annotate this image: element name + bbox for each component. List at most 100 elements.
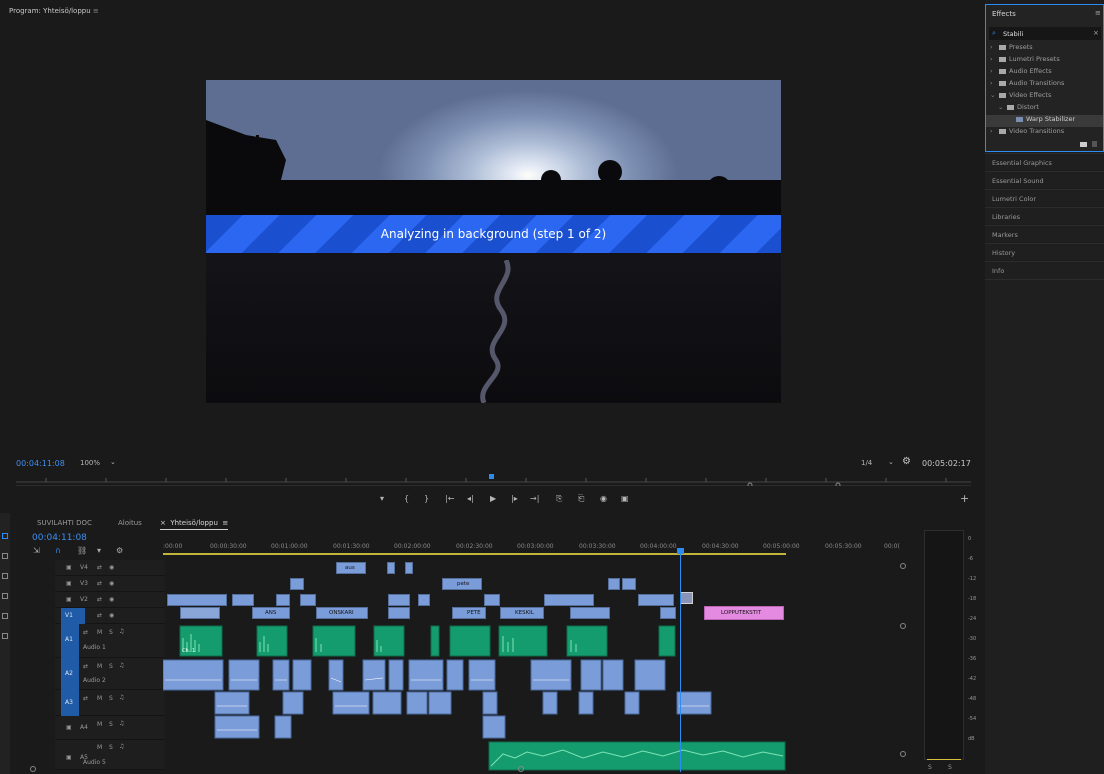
- video-clip[interactable]: [388, 594, 410, 606]
- clear-search-icon[interactable]: ×: [1093, 29, 1099, 37]
- nest-toggle-icon[interactable]: ⇲: [33, 546, 40, 555]
- playback-resolution-select[interactable]: 1/4: [861, 459, 872, 467]
- video-clip[interactable]: [660, 607, 676, 619]
- microphone-icon[interactable]: ♫: [119, 662, 124, 669]
- audio-track-a1[interactable]: [163, 624, 898, 658]
- horizontal-scroll-handle[interactable]: [30, 766, 36, 772]
- extract-button[interactable]: ⎗: [578, 494, 584, 504]
- video-clip[interactable]: [405, 562, 413, 574]
- linked-selection-icon[interactable]: ⛓: [77, 546, 87, 555]
- mute-button[interactable]: M: [97, 744, 102, 751]
- mute-button[interactable]: M: [97, 663, 102, 670]
- mark-in-button[interactable]: {: [404, 494, 409, 503]
- new-bin-icon[interactable]: [1080, 142, 1087, 147]
- panel-tab-essential-graphics[interactable]: Essential Graphics: [985, 153, 1104, 170]
- solo-button[interactable]: S: [109, 695, 113, 702]
- solo-button[interactable]: S: [109, 629, 113, 636]
- tree-item-warp-stabilizer[interactable]: Warp Stabilizer: [986, 115, 1103, 127]
- work-area-bar[interactable]: [163, 553, 683, 555]
- effects-title[interactable]: Effects: [992, 10, 1016, 18]
- video-clip[interactable]: [418, 594, 430, 606]
- panel-tab-history[interactable]: History: [985, 243, 1104, 260]
- tree-item-audio-effects[interactable]: › Audio Effects: [986, 67, 1103, 79]
- sync-lock-icon[interactable]: ⇄: [97, 596, 102, 603]
- tab-suvilahti-doc[interactable]: SUVILAHTI DOC: [37, 519, 92, 527]
- timeline-settings-icon[interactable]: ⚙: [116, 546, 123, 555]
- panel-tab-essential-sound[interactable]: Essential Sound: [985, 171, 1104, 188]
- title-clip-lopputekstit[interactable]: LOPPUTEKSTIT: [704, 606, 784, 620]
- track-header-v4[interactable]: ▣ V4 ⇄ ◉: [55, 560, 165, 576]
- program-playhead[interactable]: [489, 474, 494, 479]
- pen-tool-icon[interactable]: [2, 633, 8, 639]
- mute-button[interactable]: M: [97, 721, 102, 728]
- microphone-icon[interactable]: ♫: [119, 743, 124, 750]
- lock-icon[interactable]: ▣: [66, 580, 72, 587]
- video-clip-onskari[interactable]: ONSKARI: [316, 607, 368, 619]
- sync-lock-icon[interactable]: ⇄: [97, 612, 102, 619]
- add-marker-icon[interactable]: ▾: [97, 546, 101, 555]
- meter-solo-right[interactable]: S: [948, 764, 952, 771]
- sync-lock-icon[interactable]: ⇄: [97, 580, 102, 587]
- track-header-a5[interactable]: ▣ A5 M S ♫ Audio 5: [55, 740, 165, 770]
- video-clip[interactable]: [387, 562, 395, 574]
- sync-lock-icon[interactable]: ⇄: [83, 695, 88, 702]
- lock-icon[interactable]: ▣: [66, 564, 72, 571]
- microphone-icon[interactable]: ♫: [119, 628, 124, 635]
- track-header-a1[interactable]: ▣ A1 ⇄ M S ♫ Audio 1: [55, 624, 165, 658]
- sync-lock-icon[interactable]: ⇄: [83, 629, 88, 636]
- chevron-down-icon[interactable]: ⌄: [110, 458, 116, 466]
- delete-icon[interactable]: [1092, 141, 1097, 147]
- tree-item-video-effects[interactable]: ⌄ Video Effects: [986, 91, 1103, 103]
- video-clip[interactable]: aus: [336, 562, 366, 574]
- solo-button[interactable]: S: [109, 744, 113, 751]
- video-clip[interactable]: [638, 594, 674, 606]
- track-header-a2[interactable]: ▣ A2 ⇄ M S ♫ Audio 2: [55, 658, 165, 690]
- video-clip[interactable]: [290, 578, 304, 590]
- eye-icon[interactable]: ◉: [109, 564, 114, 571]
- play-button[interactable]: ▶: [490, 494, 496, 503]
- video-clip[interactable]: [232, 594, 254, 606]
- panel-tab-markers[interactable]: Markers: [985, 225, 1104, 242]
- video-clip[interactable]: [167, 594, 227, 606]
- scroll-handle-top[interactable]: [900, 563, 906, 569]
- panel-menu-icon[interactable]: ≡: [222, 519, 228, 527]
- go-to-in-button[interactable]: |←: [445, 494, 454, 503]
- tree-item-distort[interactable]: ⌄ Distort: [986, 103, 1103, 115]
- sync-lock-icon[interactable]: ⇄: [97, 564, 102, 571]
- panel-menu-icon[interactable]: ≡: [1095, 9, 1101, 17]
- selection-tool-icon[interactable]: [2, 533, 8, 539]
- effects-search-field[interactable]: ⌕ Stabili ×: [989, 27, 1101, 40]
- mark-out-button[interactable]: }: [424, 494, 429, 503]
- video-clip[interactable]: [570, 607, 610, 619]
- track-label-active[interactable]: V1: [61, 608, 85, 624]
- video-clip-ans[interactable]: ANS: [252, 607, 290, 619]
- video-clip[interactable]: [388, 607, 410, 619]
- tab-aloitus[interactable]: Aloitus: [118, 519, 142, 527]
- search-input-value[interactable]: Stabili: [1003, 30, 1023, 38]
- ripple-edit-tool-icon[interactable]: [2, 573, 8, 579]
- track-header-v1[interactable]: ▣ V1 ⇄ ◉: [55, 608, 165, 624]
- eye-icon[interactable]: ◉: [109, 580, 114, 587]
- tree-item-lumetri-presets[interactable]: › Lumetri Presets: [986, 55, 1103, 67]
- source-patch-a1[interactable]: A1: [61, 624, 79, 658]
- snap-icon[interactable]: ∩: [55, 546, 61, 555]
- eye-icon[interactable]: ◉: [109, 612, 114, 619]
- track-header-v3[interactable]: ▣ V3 ⇄ ◉: [55, 576, 165, 592]
- program-monitor-title[interactable]: Program: Yhteisö/loppu ≡: [9, 7, 99, 15]
- solo-button[interactable]: S: [109, 721, 113, 728]
- mute-button[interactable]: M: [97, 695, 102, 702]
- solo-button[interactable]: S: [109, 663, 113, 670]
- razor-tool-icon[interactable]: [2, 593, 8, 599]
- track-header-v2[interactable]: ▣ V2 ⇄ ◉: [55, 592, 165, 608]
- tree-item-audio-transitions[interactable]: › Audio Transitions: [986, 79, 1103, 91]
- meter-solo-left[interactable]: S: [928, 764, 932, 771]
- mute-button[interactable]: M: [97, 629, 102, 636]
- video-clip[interactable]: [608, 578, 620, 590]
- video-clip[interactable]: [276, 594, 290, 606]
- video-clip[interactable]: pete: [442, 578, 482, 590]
- track-header-a3[interactable]: ▣ A3 ⇄ M S ♫: [55, 690, 165, 716]
- lift-button[interactable]: ⎘: [556, 494, 562, 504]
- video-clip[interactable]: [622, 578, 636, 590]
- scroll-handle-mid[interactable]: [900, 623, 906, 629]
- panel-tab-libraries[interactable]: Libraries: [985, 207, 1104, 224]
